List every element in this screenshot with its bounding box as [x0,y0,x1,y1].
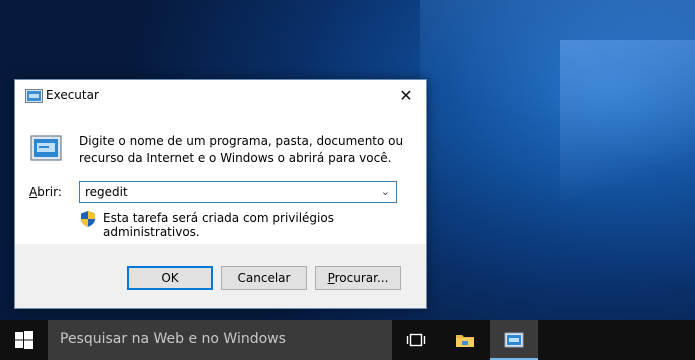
open-label-accelerator: A [29,185,38,199]
open-combobox[interactable]: ⌄ [79,181,397,203]
ok-button[interactable]: OK [127,266,213,290]
start-button[interactable] [0,320,48,360]
browse-button[interactable]: Procurar... [315,266,401,290]
task-view-icon [406,333,426,347]
cancel-button[interactable]: Cancelar [221,266,307,290]
open-input[interactable] [85,184,365,200]
open-label-text: brir: [37,185,62,199]
search-box[interactable]: Pesquisar na Web e no Windows [48,320,392,360]
run-taskbar-button[interactable] [490,320,538,360]
uac-shield-icon [81,211,95,227]
file-explorer-button[interactable] [441,320,489,360]
task-view-button[interactable] [392,320,440,360]
run-dialog: Executar ✕ Digite o nome de um programa,… [14,79,427,309]
file-explorer-icon [456,335,474,347]
browse-label: rocurar... [334,271,389,285]
run-icon [25,89,43,103]
taskbar: Pesquisar na Web e no Windows [0,320,695,360]
admin-privileges-note: Esta tarefa será criada com privilégios … [103,211,334,239]
close-icon: ✕ [399,86,413,105]
dialog-body: Digite o nome de um programa, pasta, doc… [15,112,426,244]
open-label: Abrir: [29,185,62,199]
browse-accelerator: P [327,271,335,285]
wallpaper-light-beam [560,40,695,200]
run-icon [504,332,524,348]
search-placeholder: Pesquisar na Web e no Windows [60,331,286,347]
start-icon [15,331,33,349]
dialog-title: Executar [46,88,99,102]
dialog-titlebar[interactable]: Executar ✕ [15,80,426,112]
run-icon [30,135,62,161]
dialog-description: Digite o nome de um programa, pasta, doc… [79,134,404,165]
chevron-down-icon[interactable]: ⌄ [381,185,390,198]
close-button[interactable]: ✕ [386,80,426,112]
